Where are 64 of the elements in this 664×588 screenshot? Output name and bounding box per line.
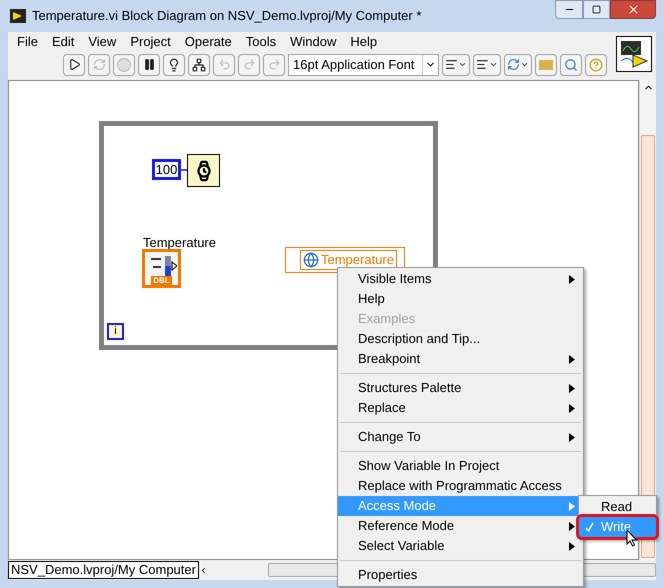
check-icon [585,522,594,532]
help-icon [589,58,603,72]
menu-option[interactable]: Breakpoint [338,349,583,369]
reorder-icon [507,58,529,71]
app-icon [10,8,26,24]
reorder-button[interactable] [504,54,532,76]
menu-item[interactable]: Project [123,32,178,52]
distribute-icon [476,58,498,71]
menu-option[interactable]: Visible Items [338,269,583,289]
menu-item[interactable]: File [10,32,45,52]
pause-icon [142,58,156,71]
stop-icon [117,58,131,72]
menu-option[interactable]: Help [338,289,583,309]
help-button[interactable] [585,54,607,76]
type-tag: DBL [151,276,172,285]
align-icon [445,58,467,71]
variable-name: Temperature [321,251,394,270]
search-icon [564,58,578,72]
step-out-button[interactable] [263,54,285,76]
menu-item[interactable]: View [81,32,124,52]
numeric-constant: 100 [152,159,181,180]
close-icon [626,3,640,16]
vi-icon [616,36,652,72]
lightbulb-icon [167,58,181,72]
arrow-icon [68,58,80,71]
menu-item[interactable]: Edit [44,32,82,52]
highlight-execution-button[interactable] [163,54,185,76]
menu-option[interactable]: Properties [338,565,583,585]
menu-option[interactable]: Change To [338,427,583,447]
pause-button[interactable] [138,54,160,76]
vertical-scrollbar[interactable] [639,80,656,560]
font-dropdown[interactable]: 16pt Application Font [288,54,439,76]
retain-wire-values-button[interactable] [188,54,210,76]
maximize-button[interactable] [583,0,610,19]
distribute-button[interactable] [473,54,501,76]
menu-item[interactable]: Window [283,32,344,52]
close-button[interactable] [610,0,656,19]
menu-option[interactable]: Replace with Programmatic Access [338,476,583,496]
menu-item[interactable]: Operate [178,32,239,52]
search-button[interactable] [560,54,582,76]
menu-option[interactable]: Structures Palette [338,378,583,398]
maximize-icon [592,5,601,14]
cleanup-button[interactable] [535,54,557,76]
menu-option[interactable]: Replace [338,398,583,418]
iteration-terminal: i [107,323,124,340]
broom-icon [539,60,553,70]
network-icon [192,58,206,72]
menu-option[interactable]: Show Variable In Project [338,456,583,476]
window-title: Temperature.vi Block Diagram on NSV_Demo.lvproj/My Computer * [32,7,422,26]
status-path: NSV_Demo.lvproj/My Computer [8,561,199,579]
network-icon [303,252,319,268]
step-over-button[interactable] [238,54,260,76]
loop-arrows-icon [92,58,106,71]
menu-option[interactable]: Select Variable [338,536,583,556]
step-arrow-icon [242,58,256,71]
step-arrow-icon [218,58,230,71]
step-arrow-icon [268,58,280,71]
indicator-label: Temperature [143,234,216,252]
wire [181,169,187,171]
align-button[interactable] [442,54,470,76]
menu-item[interactable]: Help [343,32,384,52]
run-button[interactable] [63,54,85,76]
menu-item[interactable]: Tools [238,32,284,52]
menu-option[interactable]: Description and Tip... [338,329,583,349]
